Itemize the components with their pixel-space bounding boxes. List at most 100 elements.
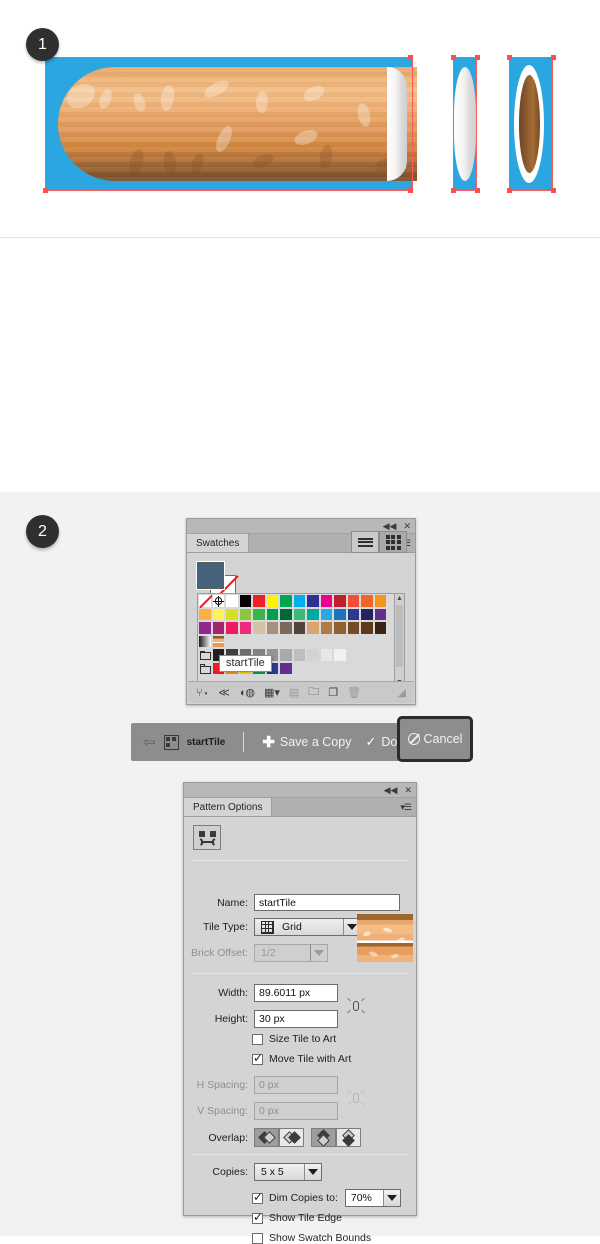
anchor-point[interactable]: [507, 188, 512, 193]
overlap-bottom-in-front-icon[interactable]: [336, 1128, 361, 1147]
swatch-color[interactable]: [333, 648, 347, 662]
swatch-color[interactable]: [346, 607, 360, 621]
swatch-color[interactable]: [279, 594, 293, 608]
swatch-color[interactable]: [319, 621, 333, 635]
show-swatch-bounds-row[interactable]: Show Swatch Bounds: [252, 1232, 371, 1244]
anchor-point[interactable]: [475, 188, 480, 193]
name-input[interactable]: startTile: [254, 894, 400, 911]
move-tile-with-art-checkbox[interactable]: [252, 1051, 263, 1065]
size-tile-to-art-checkbox[interactable]: [252, 1033, 263, 1045]
new-color-group-icon[interactable]: 🗀: [308, 683, 319, 702]
swatch-color[interactable]: [292, 648, 306, 662]
anchor-point[interactable]: [475, 55, 480, 60]
swatch-color[interactable]: [225, 594, 239, 608]
swatch-color[interactable]: [279, 607, 293, 621]
fill-swatch[interactable]: [196, 561, 225, 590]
color-group-folder-icon[interactable]: [198, 661, 212, 675]
show-tile-edge-checkbox[interactable]: [252, 1210, 263, 1224]
selection-bounds-main[interactable]: [45, 57, 413, 191]
chevron-down-icon[interactable]: [382, 1190, 400, 1206]
swatch-color[interactable]: [292, 594, 306, 608]
anchor-point[interactable]: [408, 188, 413, 193]
swatch-color[interactable]: [252, 621, 266, 635]
tab-pattern-options[interactable]: Pattern Options: [184, 798, 273, 816]
anchor-point[interactable]: [551, 188, 556, 193]
swatch-color[interactable]: [292, 607, 306, 621]
resize-grip-icon[interactable]: ◢: [398, 686, 406, 699]
swatch-color[interactable]: [333, 594, 347, 608]
anchor-point[interactable]: [451, 188, 456, 193]
new-swatch-icon[interactable]: ❐: [328, 686, 338, 699]
show-tile-edge-row[interactable]: Show Tile Edge: [252, 1210, 342, 1224]
move-tile-with-art-row[interactable]: Move Tile with Art: [252, 1051, 351, 1065]
swatch-color[interactable]: [373, 607, 387, 621]
swatch-pattern-startTile[interactable]: [211, 634, 225, 648]
swatch-color[interactable]: [265, 594, 279, 608]
link-dimensions-icon[interactable]: [347, 996, 365, 1016]
swatch-color[interactable]: [225, 621, 239, 635]
show-swatch-kinds-icon[interactable]: ≪: [218, 686, 230, 699]
swatch-color[interactable]: [279, 661, 293, 675]
show-swatch-bounds-checkbox[interactable]: [252, 1232, 263, 1244]
grid-view-icon[interactable]: [379, 531, 407, 553]
swatch-options-grid-icon[interactable]: ▦▾: [264, 686, 280, 699]
size-tile-to-art-row[interactable]: Size Tile to Art: [252, 1033, 336, 1045]
anchor-point[interactable]: [408, 55, 413, 60]
delete-swatch-icon[interactable]: 🗑: [347, 686, 361, 699]
height-input[interactable]: 30 px: [254, 1010, 338, 1028]
width-input[interactable]: 89.6011 px: [254, 984, 338, 1002]
swatch-color[interactable]: [238, 607, 252, 621]
collapse-double-arrow-icon[interactable]: ◀◀: [383, 521, 397, 531]
anchor-point[interactable]: [551, 55, 556, 60]
anchor-point[interactable]: [451, 55, 456, 60]
swatch-color[interactable]: [265, 621, 279, 635]
swatch-color[interactable]: [238, 594, 252, 608]
swatch-color[interactable]: [211, 607, 225, 621]
selection-bounds-end[interactable]: [509, 57, 553, 191]
swatch-color[interactable]: [252, 594, 266, 608]
swatch-libraries-icon[interactable]: ⑂▾: [196, 687, 209, 699]
swatch-gradient[interactable]: [198, 634, 212, 648]
collapse-double-arrow-icon[interactable]: ◀◀: [384, 785, 398, 795]
swatch-color[interactable]: [306, 648, 320, 662]
swatch-color[interactable]: [319, 607, 333, 621]
anchor-point[interactable]: [43, 188, 48, 193]
swatch-color[interactable]: [346, 594, 360, 608]
panel-menu-icon[interactable]: ▾☰: [400, 802, 412, 813]
cancel-button[interactable]: Cancel: [397, 716, 473, 762]
close-icon[interactable]: ✕: [403, 521, 411, 531]
fill-stroke-indicator[interactable]: [196, 561, 239, 601]
swatch-color[interactable]: [306, 594, 320, 608]
overlap-right-in-front-icon[interactable]: [279, 1128, 304, 1147]
swatch-color[interactable]: [211, 621, 225, 635]
swatch-color[interactable]: [198, 621, 212, 635]
swatch-color[interactable]: [265, 607, 279, 621]
back-arrow-icon[interactable]: ⇦: [143, 733, 156, 751]
swatch-color[interactable]: [306, 607, 320, 621]
chevron-down-icon[interactable]: [304, 1164, 321, 1180]
overlap-top-in-front-icon[interactable]: [311, 1128, 336, 1147]
swatch-registration[interactable]: [211, 594, 225, 608]
tab-swatches[interactable]: Swatches: [187, 534, 250, 552]
copies-select[interactable]: 5 x 5: [254, 1163, 322, 1181]
swatch-color[interactable]: [238, 621, 252, 635]
tile-type-select[interactable]: Grid: [254, 918, 361, 936]
swatch-color[interactable]: [373, 594, 387, 608]
swatch-color[interactable]: [333, 621, 347, 635]
pattern-tile-tool-icon[interactable]: [193, 825, 221, 850]
dim-copies-checkbox[interactable]: [252, 1190, 263, 1204]
scrollbar-thumb[interactable]: [396, 605, 403, 667]
swatch-color[interactable]: [373, 621, 387, 635]
color-group-icon[interactable]: ◖◍: [239, 686, 255, 699]
swatch-color[interactable]: [319, 648, 333, 662]
dim-copies-select[interactable]: 70%: [344, 1189, 401, 1207]
swatch-scrollbar[interactable]: ▲ ▼: [394, 593, 405, 689]
swatch-none[interactable]: [198, 594, 214, 608]
swatch-color[interactable]: [346, 621, 360, 635]
swatch-color[interactable]: [360, 594, 374, 608]
anchor-point[interactable]: [507, 55, 512, 60]
swatch-color[interactable]: [333, 607, 347, 621]
scroll-up-arrow-icon[interactable]: ▲: [395, 594, 404, 604]
close-icon[interactable]: ✕: [404, 785, 412, 795]
selection-bounds-mid[interactable]: [453, 57, 477, 191]
